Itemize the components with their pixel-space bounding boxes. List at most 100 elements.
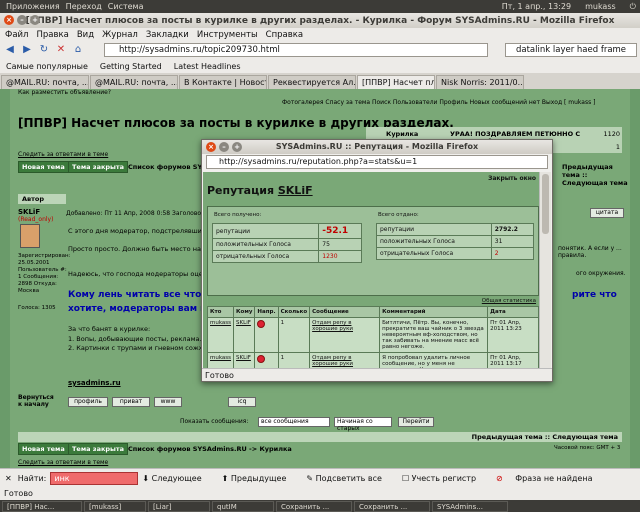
reload-icon[interactable]: ↻ — [37, 43, 51, 57]
popup-maximize-icon[interactable]: + — [232, 142, 242, 152]
warning-icon: ⊘ — [496, 474, 503, 483]
table-row: mukass SKLiF 1 Отдам репу в хорошие руки… — [206, 352, 539, 368]
new-topic-button[interactable]: Новая тема — [18, 161, 69, 173]
popup-scroll-thumb[interactable] — [542, 174, 549, 234]
row-message[interactable]: Отдам репу в хорошие руки — [309, 317, 381, 353]
find-close-icon[interactable]: ✕ — [5, 474, 12, 483]
row-to[interactable]: SKLiF — [233, 317, 256, 353]
history-table: Кто Кому Напр. Сколько Сообщение Коммент… — [206, 306, 539, 368]
menu-help[interactable]: Справка — [266, 30, 303, 40]
reputation-user-link[interactable]: SKLiF — [278, 184, 313, 197]
task-qutim[interactable]: qutIM — [212, 500, 274, 512]
tab-vkontakte[interactable]: В Контакте | Новости — [179, 75, 267, 89]
notice-user[interactable]: Курилка — [386, 130, 418, 138]
find-prev-button[interactable]: ⬆ Предыдущее — [222, 474, 297, 483]
forward-icon[interactable]: ▶ — [20, 43, 34, 57]
task-save-1[interactable]: Сохранить ... — [276, 500, 352, 512]
quote-button[interactable]: цитата — [590, 208, 624, 218]
col-to: Кому — [233, 306, 256, 318]
popup-title: SYSAdmins.RU :: Репутация - Mozilla Fire… — [275, 142, 479, 151]
breadcrumb-bottom[interactable]: Список форумов SYSAdmins.RU -> Курилка — [128, 445, 292, 453]
row-message[interactable]: Отдам репу в хорошие руки — [309, 352, 381, 368]
menu-view[interactable]: Вид — [77, 30, 94, 40]
sort-order-select[interactable]: Начиная со старых — [334, 417, 392, 432]
new-topic-button-bottom[interactable]: Новая тема — [18, 443, 69, 455]
private-message-button[interactable]: приват — [112, 397, 150, 407]
author-name[interactable]: SKLiF — [18, 208, 40, 216]
tab-request[interactable]: Реквестируется Ал... — [268, 75, 356, 89]
back-icon[interactable]: ◀ — [3, 43, 17, 57]
tab-mail-2[interactable]: @MAIL.RU: почта, ... — [90, 75, 178, 89]
bookmark-latest-headlines[interactable]: Latest Headlines — [174, 62, 241, 71]
power-icon[interactable]: ⏻ — [630, 2, 636, 12]
task-liar[interactable]: [Liar] — [148, 500, 210, 512]
not-found-text: Фраза не найдена — [515, 474, 593, 483]
bookmark-most-popular[interactable]: Самые популярные — [6, 62, 88, 71]
profile-button[interactable]: профиль — [68, 397, 108, 407]
given-positive-value: 31 — [490, 235, 535, 248]
row-to[interactable]: SKLiF — [233, 352, 256, 368]
home-icon[interactable]: ⌂ — [71, 43, 85, 57]
match-case-checkbox[interactable]: ☐ Учесть регистр — [402, 474, 486, 483]
menu-history[interactable]: Журнал — [102, 30, 138, 40]
next-topic-link[interactable]: Предыдущая тема :: Следующая тема — [562, 163, 630, 187]
menu-tools[interactable]: Инструменты — [197, 30, 258, 40]
signature-link[interactable]: sysadmins.ru — [68, 379, 121, 387]
icq-button[interactable]: icq — [228, 397, 256, 407]
places-menu[interactable]: Переход — [66, 2, 102, 11]
popup-url-bar[interactable]: http://sysadmins.ru/reputation.php?a=sta… — [206, 155, 548, 169]
maximize-icon[interactable]: + — [30, 15, 40, 25]
find-input[interactable]: инк — [50, 472, 139, 485]
watch-topic-link[interactable]: Следить за ответами в теме — [18, 151, 108, 158]
search-input[interactable]: datalink layer haed frame — [505, 43, 637, 57]
popup-minimize-icon[interactable]: – — [219, 142, 229, 152]
menu-edit[interactable]: Правка — [36, 30, 68, 40]
topic-closed-button[interactable]: Тема закрыта — [68, 161, 129, 173]
received-positive-label: положительных Голоса — [211, 238, 320, 251]
bottom-next-topic[interactable]: Предыдущая тема :: Следующая тема — [18, 432, 622, 442]
close-icon[interactable]: × — [4, 15, 14, 25]
menu-bookmarks[interactable]: Закладки — [146, 30, 189, 40]
highlight-all-button[interactable]: ✎ Подсветить все — [306, 474, 392, 483]
row-date: Пт 01 Апр, 2011 13:17 — [487, 352, 539, 368]
show-messages-select[interactable]: все сообщения — [258, 417, 330, 427]
find-next-button[interactable]: ⬇ Следующее — [142, 474, 211, 483]
task-mukass[interactable]: [mukass] — [84, 500, 146, 512]
watch-topic-link-bottom[interactable]: Следить за ответами в теме — [18, 459, 108, 466]
tab-forum-active[interactable]: [ППВР] Насчет плю... — [357, 75, 435, 89]
task-sysadmins[interactable]: SYSAdmins... — [432, 500, 508, 512]
tab-mail-1[interactable]: @MAIL.RU: почта, ... — [1, 75, 89, 89]
menu-file[interactable]: Файл — [5, 30, 28, 40]
popup-close-icon[interactable]: × — [206, 142, 216, 152]
row-comment: Я попробовал удалить личное сообщение, н… — [379, 352, 489, 368]
go-button[interactable]: Перейти — [398, 417, 434, 427]
url-bar[interactable]: http://sysadmins.ru/topic209730.html — [104, 43, 488, 57]
minimize-icon[interactable]: – — [17, 15, 27, 25]
www-button[interactable]: www — [154, 397, 182, 407]
row-who[interactable]: mukass — [206, 317, 235, 353]
row-who[interactable]: mukass — [206, 352, 235, 368]
user-menu[interactable]: mukass — [585, 2, 616, 11]
notice-count: 1120 — [603, 130, 620, 138]
status-bar: Готово — [0, 488, 640, 500]
stop-icon[interactable]: ✕ — [54, 43, 68, 57]
close-window-link[interactable]: Закрыть окно — [488, 175, 536, 182]
popup-url-text: http://sysadmins.ru/reputation.php?a=sta… — [219, 157, 418, 166]
tab-nisk-norris[interactable]: Nisk Norris: 2011/0... — [436, 75, 524, 89]
clock[interactable]: Пт, 1 апр., 13:29 — [502, 2, 571, 11]
ad-link[interactable]: Как разместить объявление? — [18, 89, 111, 96]
forum-navlinks[interactable]: Фотогалерея Спасу за тема Поиск Пользова… — [282, 99, 595, 106]
task-save-2[interactable]: Сохранить ... — [354, 500, 430, 512]
topic-closed-button-bottom[interactable]: Тема закрыта — [68, 443, 129, 455]
popup-content: Закрыть окно Репутация SKLiF Всего получ… — [203, 172, 540, 368]
back-to-top-link[interactable]: Вернуться к началу — [18, 394, 58, 408]
author-rating[interactable]: Голоса: 1305 — [18, 305, 56, 311]
notice-count-2: 1 — [615, 143, 620, 151]
apps-menu[interactable]: Приложения — [6, 2, 60, 11]
given-negative-label: отрицательных Голоса — [376, 247, 492, 260]
bookmark-getting-started[interactable]: Getting Started — [100, 62, 162, 71]
general-stats-link[interactable]: Общая статистика — [482, 298, 536, 304]
system-menu[interactable]: Система — [108, 2, 144, 11]
task-firefox-forum[interactable]: [ППВР] Нас... — [2, 500, 82, 512]
popup-scrollbar[interactable] — [539, 172, 551, 368]
